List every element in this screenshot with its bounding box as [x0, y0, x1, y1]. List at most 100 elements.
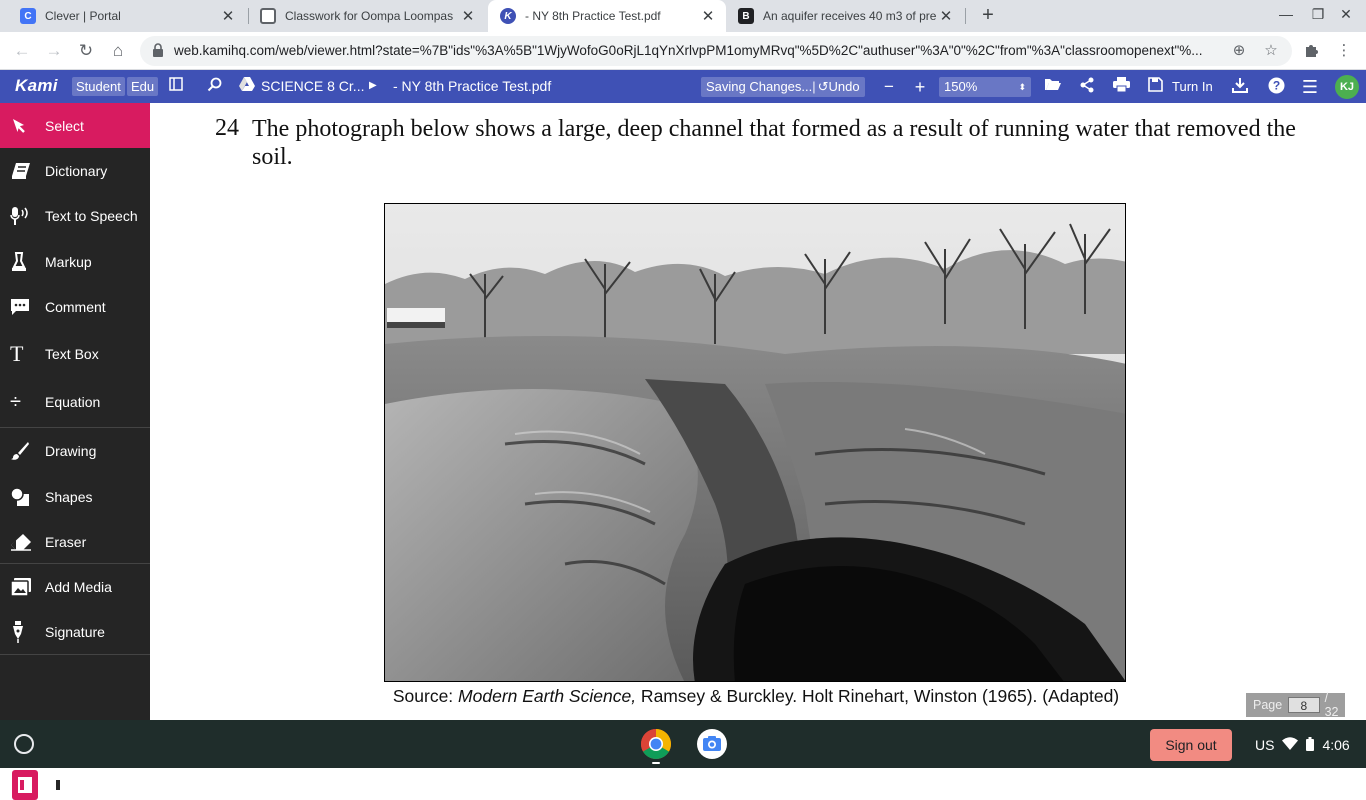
- tool-label: Dictionary: [45, 162, 108, 179]
- clever-favicon-icon: C: [20, 8, 36, 24]
- zoom-in-icon[interactable]: +: [910, 77, 930, 97]
- tab-aquifer[interactable]: B An aquifer receives 40 m3 of pre ✕: [726, 0, 964, 32]
- shapes-icon: [0, 486, 45, 507]
- camera-app-icon[interactable]: [696, 728, 728, 760]
- tool-signature[interactable]: Signature: [0, 609, 150, 654]
- hamburger-menu-icon[interactable]: ☰: [1300, 77, 1320, 97]
- two-page-view-icon[interactable]: [42, 770, 68, 800]
- tool-add-media[interactable]: Add Media: [0, 564, 150, 609]
- share-icon[interactable]: [1077, 77, 1097, 97]
- tool-eraser[interactable]: Eraser: [0, 519, 150, 564]
- caption-book-title: Modern Earth Science,: [458, 686, 637, 706]
- close-icon[interactable]: ✕: [700, 7, 716, 25]
- brush-icon: [0, 441, 45, 461]
- tool-text-to-speech[interactable]: Text to Speech: [0, 193, 150, 238]
- tool-text-box[interactable]: T Text Box: [0, 330, 150, 378]
- close-icon[interactable]: ✕: [938, 7, 954, 25]
- help-icon[interactable]: ?: [1266, 77, 1286, 97]
- restore-window-icon[interactable]: ❐: [1308, 6, 1328, 23]
- browser-tab-strip: C Clever | Portal ✕ Classwork for Oompa …: [0, 0, 1366, 32]
- zoom-out-icon[interactable]: −: [879, 77, 899, 97]
- address-bar[interactable]: web.kamihq.com/web/viewer.html?state=%7B…: [140, 36, 1292, 66]
- url-text[interactable]: web.kamihq.com/web/viewer.html?state=%7B…: [174, 43, 1219, 58]
- extensions-puzzle-icon[interactable]: [1302, 41, 1322, 61]
- photo-caption: Source: Modern Earth Science, Ramsey & B…: [381, 686, 1131, 707]
- tool-shapes[interactable]: Shapes: [0, 474, 150, 519]
- page-number-input[interactable]: 8: [1288, 697, 1320, 713]
- save-disk-icon[interactable]: [1145, 77, 1165, 97]
- classroom-favicon-icon: [260, 8, 276, 24]
- document-title[interactable]: - NY 8th Practice Test.pdf: [393, 78, 551, 94]
- question-number: 24: [215, 115, 239, 141]
- breadcrumb-chevron-icon: ▶: [369, 80, 377, 91]
- page-total: / 32: [1324, 691, 1339, 719]
- forward-icon[interactable]: →: [43, 40, 65, 62]
- divide-icon: ÷: [10, 390, 21, 413]
- tool-sidebar: Select Dictionary Text to Speech Markup …: [0, 103, 150, 800]
- undo-icon: ↺: [817, 79, 829, 94]
- tab-title: Classwork for Oompa Loompas: [285, 9, 454, 23]
- menu-kebab-icon[interactable]: ⋮: [1334, 41, 1354, 61]
- chrome-icon[interactable]: [640, 728, 672, 764]
- tool-dictionary[interactable]: Dictionary: [0, 148, 150, 193]
- tool-label: Add Media: [45, 578, 112, 595]
- breadcrumb-folder[interactable]: SCIENCE 8 Cr...: [261, 78, 364, 94]
- os-shelf: Sign out US 4:06: [0, 720, 1366, 768]
- new-tab-button[interactable]: +: [976, 4, 1000, 28]
- close-icon[interactable]: ✕: [460, 7, 476, 25]
- tab-classwork[interactable]: Classwork for Oompa Loompas ✕: [248, 0, 486, 32]
- minimize-icon[interactable]: —: [1276, 6, 1296, 22]
- tool-comment[interactable]: Comment: [0, 284, 150, 329]
- battery-icon: [1306, 736, 1315, 754]
- open-folder-icon[interactable]: [1043, 77, 1063, 97]
- tool-select[interactable]: Select: [0, 103, 150, 148]
- tool-label: Drawing: [45, 443, 97, 459]
- google-drive-icon: [237, 77, 257, 97]
- status-tray[interactable]: US 4:06: [1247, 729, 1359, 761]
- bookmark-star-icon[interactable]: ☆: [1262, 42, 1280, 60]
- single-page-view-icon[interactable]: [12, 770, 38, 800]
- tab-kami-pdf[interactable]: K - NY 8th Practice Test.pdf ✕: [488, 0, 726, 32]
- tab-title: Clever | Portal: [45, 9, 121, 23]
- caption-citation: Ramsey & Burckley. Holt Rinehart, Winsto…: [636, 686, 1120, 706]
- tool-label: Select: [45, 117, 84, 134]
- undo-button[interactable]: ↺Undo: [816, 79, 865, 94]
- tool-label: Text Box: [45, 346, 99, 362]
- close-window-icon[interactable]: ✕: [1336, 6, 1356, 23]
- reload-icon[interactable]: ↻: [75, 40, 97, 62]
- tool-label: Eraser: [45, 533, 87, 550]
- tool-drawing[interactable]: Drawing: [0, 428, 150, 474]
- undo-label: Undo: [828, 79, 860, 94]
- tab-clever[interactable]: C Clever | Portal ✕: [8, 0, 246, 32]
- kami-logo: Kami: [15, 76, 58, 95]
- close-icon[interactable]: ✕: [220, 7, 236, 25]
- tool-label: Equation: [45, 394, 101, 410]
- print-icon[interactable]: [1111, 77, 1131, 97]
- comment-icon: [0, 298, 45, 316]
- download-icon[interactable]: [1230, 77, 1250, 97]
- pdf-document-area[interactable]: 24 The photograph below shows a large, d…: [150, 103, 1366, 720]
- gully-photograph: [384, 203, 1126, 682]
- launcher-icon[interactable]: [14, 734, 34, 754]
- book-icon: [0, 162, 45, 180]
- pointer-icon: [0, 117, 45, 135]
- home-icon[interactable]: ⌂: [107, 40, 129, 62]
- collapse-sidebar-icon[interactable]: «: [124, 767, 135, 790]
- zoom-select[interactable]: 150% ⬍: [939, 77, 1031, 97]
- page-indicator: Page 8 / 32: [1246, 691, 1345, 719]
- back-icon[interactable]: ←: [11, 40, 33, 62]
- caption-source-label: Source:: [392, 686, 459, 706]
- wifi-icon: [1282, 737, 1299, 753]
- turn-in-button[interactable]: Turn In: [1172, 79, 1213, 94]
- kami-favicon-icon: K: [500, 8, 516, 24]
- tool-markup[interactable]: Markup: [0, 239, 150, 284]
- sign-out-button[interactable]: Sign out: [1150, 729, 1232, 761]
- speech-icon: [0, 206, 45, 226]
- tool-equation[interactable]: ÷ Equation: [0, 378, 150, 426]
- sidebar-toggle-icon[interactable]: [166, 77, 186, 97]
- tool-label: Shapes: [45, 488, 93, 505]
- install-app-icon[interactable]: ⊕: [1230, 42, 1248, 60]
- search-icon[interactable]: [204, 77, 224, 97]
- avatar[interactable]: KJ: [1335, 75, 1359, 99]
- updown-icon: ⬍: [1018, 82, 1026, 92]
